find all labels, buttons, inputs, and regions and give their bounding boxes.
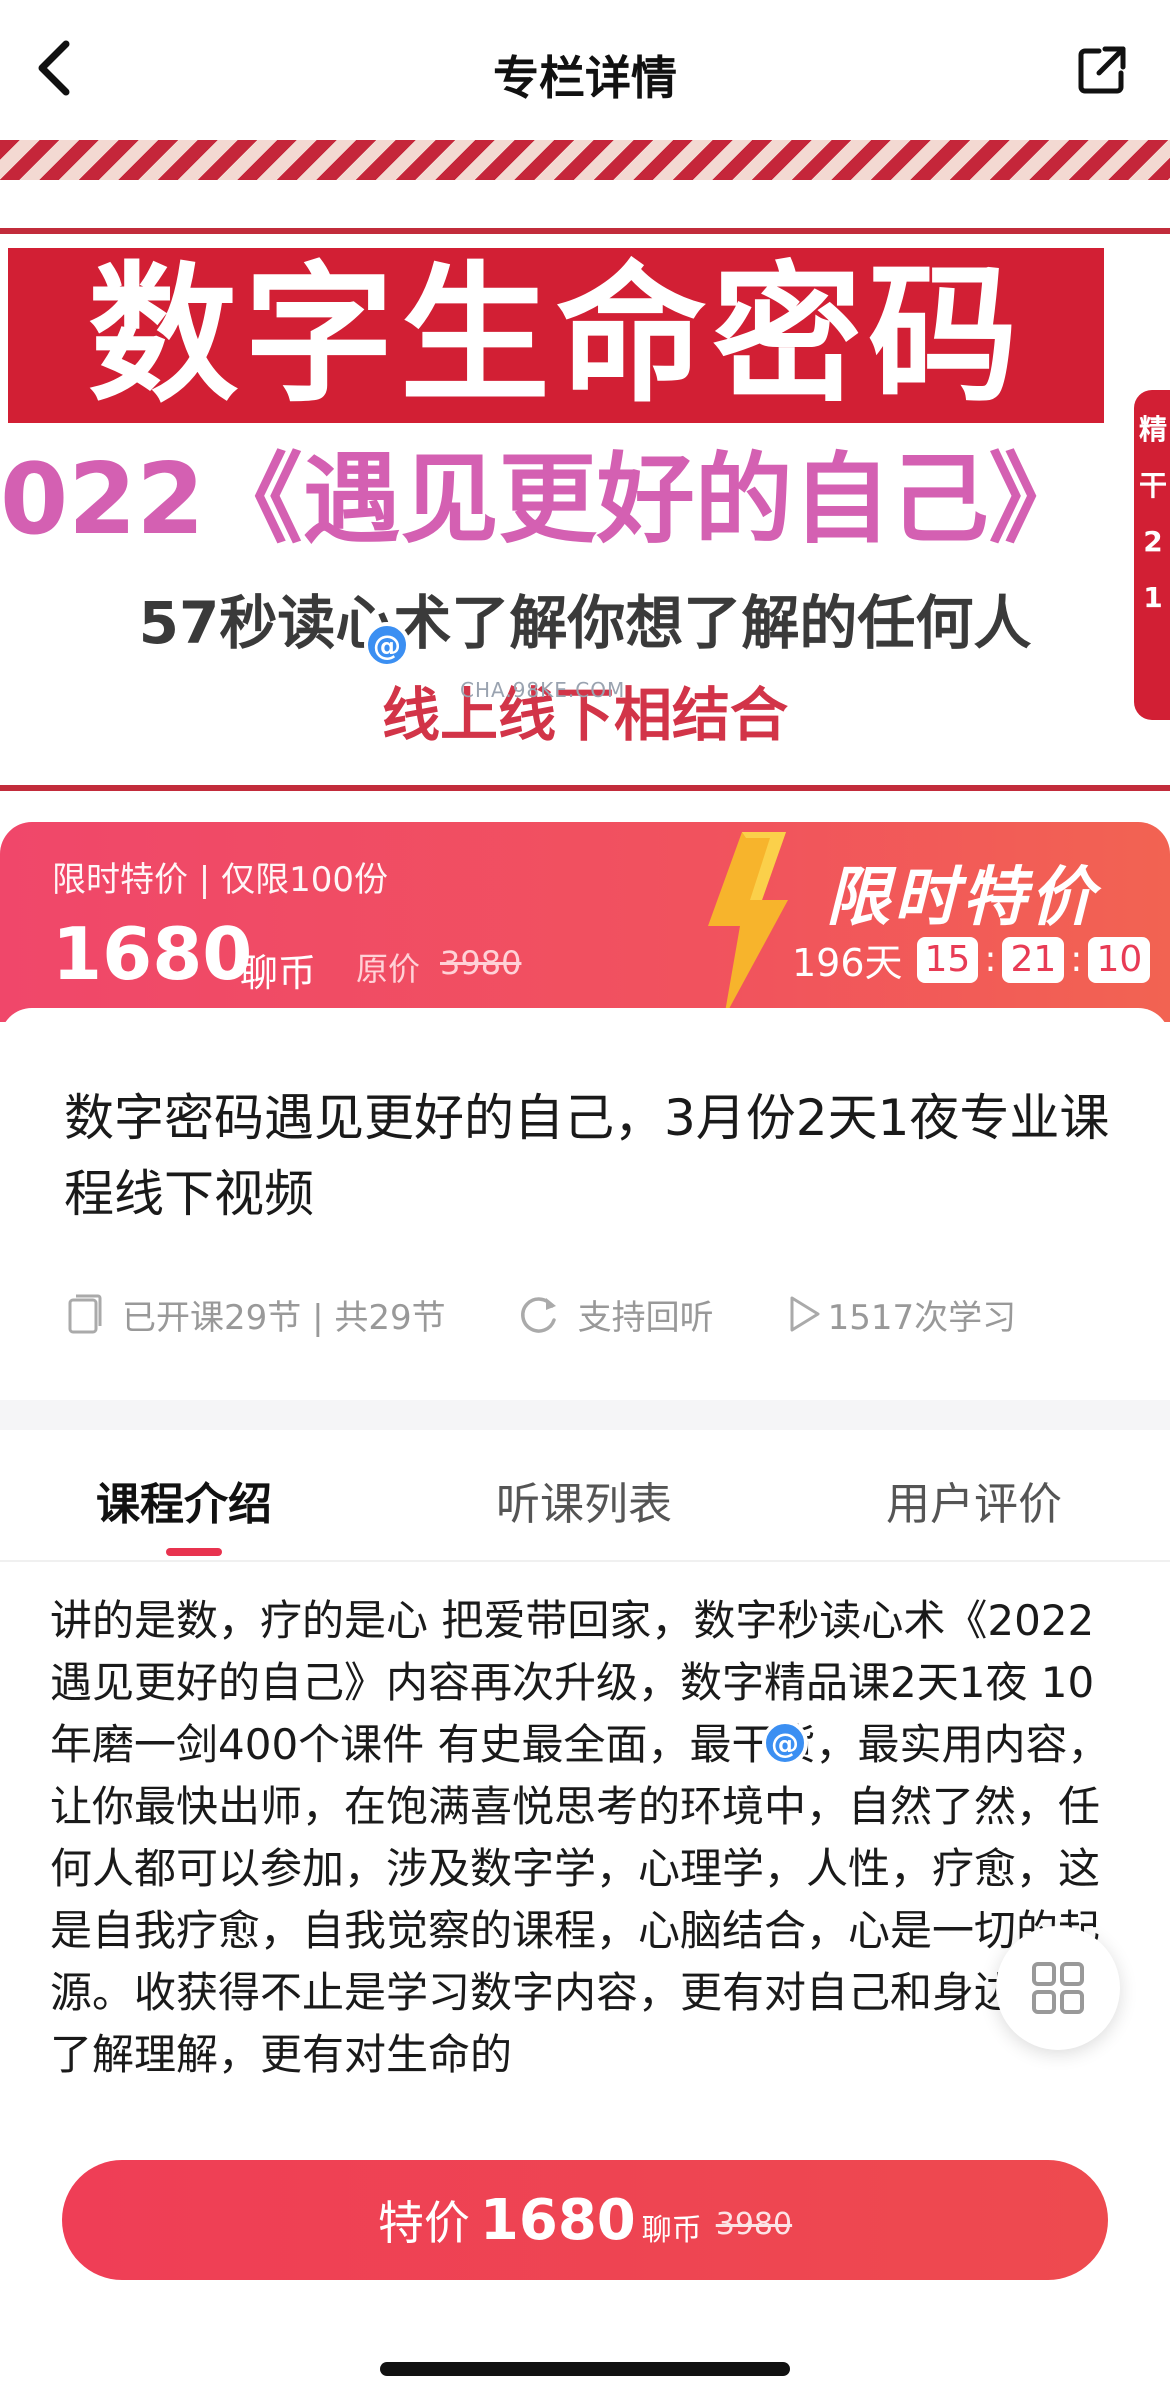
banner-side-text: 精 干 2 1 bbox=[1138, 413, 1167, 614]
tab-course-intro[interactable]: 课程介绍 bbox=[96, 1468, 272, 1532]
course-description: 讲的是数，疗的是心 把爱带回家，数字秒读心术《2022遇见更好的自己》内容再次升… bbox=[50, 1596, 1110, 2079]
price-unit: 聊币 bbox=[240, 951, 317, 995]
learners-info: 1517次学习 bbox=[784, 1290, 1017, 1339]
countdown-separator: : bbox=[1070, 939, 1083, 980]
buy-button[interactable]: 特价 1680 聊币 3980 bbox=[62, 2160, 1108, 2280]
countdown-separator: : bbox=[984, 939, 997, 980]
banner-decor-line-bottom bbox=[0, 785, 1170, 791]
watermark-icon: @ bbox=[364, 622, 410, 668]
buy-original-price: 3980 bbox=[715, 2206, 793, 2242]
countdown-seconds: 10 bbox=[1088, 936, 1151, 983]
countdown-minutes: 21 bbox=[1002, 936, 1065, 983]
play-icon bbox=[790, 1296, 820, 1332]
home-indicator bbox=[380, 2362, 790, 2376]
countdown-timer: 196天 15 : 21 : 10 bbox=[792, 932, 1151, 987]
page-title: 专栏详情 bbox=[493, 51, 677, 105]
price-banner: 限时特价 | 仅限100份 1680 聊币 原价 3980 限时特价 196天 … bbox=[0, 822, 1170, 1022]
active-tab-indicator bbox=[166, 1548, 222, 1556]
grid-icon bbox=[1032, 1962, 1084, 2014]
buy-price: 1680 bbox=[479, 2187, 636, 2253]
original-price: 3980 bbox=[440, 944, 522, 982]
learners-text: 1517次学习 bbox=[827, 1297, 1017, 1338]
buy-unit: 聊币 bbox=[641, 2213, 702, 2248]
tab-lesson-list[interactable]: 听课列表 bbox=[496, 1468, 672, 1532]
refresh-icon bbox=[520, 1297, 556, 1333]
banner-tagline: 57秒读心术了解你想了解的任何人 bbox=[138, 589, 1032, 657]
current-price: 1680 bbox=[52, 912, 253, 996]
sale-badge: 限时特价 bbox=[826, 861, 1098, 935]
share-button[interactable] bbox=[1070, 38, 1134, 102]
watermark-icon: @ bbox=[762, 1720, 808, 1766]
banner-subtitle: 022《遇见更好的自己》 bbox=[0, 443, 1087, 557]
lightning-icon bbox=[708, 832, 788, 1018]
replay-text: 支持回听 bbox=[577, 1297, 714, 1338]
section-separator bbox=[0, 1400, 1170, 1430]
tab-user-reviews[interactable]: 用户评价 bbox=[886, 1468, 1062, 1532]
lessons-text: 已开课29节 | 共29节 bbox=[122, 1297, 446, 1338]
course-title: 数字密码遇见更好的自己，3月份2天1夜专业课程线下视频 bbox=[64, 1089, 1110, 1223]
banner-decor-line bbox=[0, 228, 1170, 234]
countdown-days: 196天 bbox=[792, 941, 903, 985]
replay-info: 支持回听 bbox=[516, 1290, 714, 1339]
course-info-card: 数字密码遇见更好的自己，3月份2天1夜专业课程线下视频 已开课29节 | 共29… bbox=[0, 1008, 1170, 1400]
course-meta: 已开课29节 | 共29节 支持回听 1517次学习 bbox=[64, 1286, 1124, 1342]
limit-text: 限时特价 | 仅限100份 bbox=[52, 860, 388, 900]
nav-bar: 专栏详情 bbox=[0, 0, 1170, 140]
tab-bar: 课程介绍 听课列表 用户评价 bbox=[0, 1430, 1170, 1562]
course-banner: 数字生命密码 022《遇见更好的自己》 57秒读心术了解你想了解的任何人 线上线… bbox=[0, 140, 1170, 800]
floating-menu-button[interactable] bbox=[996, 1926, 1120, 2050]
banner-main-title: 数字生命密码 bbox=[8, 248, 1104, 423]
banner-decor-border bbox=[0, 140, 1170, 180]
watermark-text: CHA.98KE.COM bbox=[460, 678, 626, 702]
buy-prefix: 特价 bbox=[377, 2196, 470, 2250]
share-icon bbox=[1078, 46, 1126, 94]
countdown-hours: 15 bbox=[916, 936, 979, 983]
original-price-label: 原价 bbox=[356, 950, 421, 988]
document-icon bbox=[68, 1294, 102, 1334]
lessons-info: 已开课29节 | 共29节 bbox=[64, 1290, 446, 1339]
